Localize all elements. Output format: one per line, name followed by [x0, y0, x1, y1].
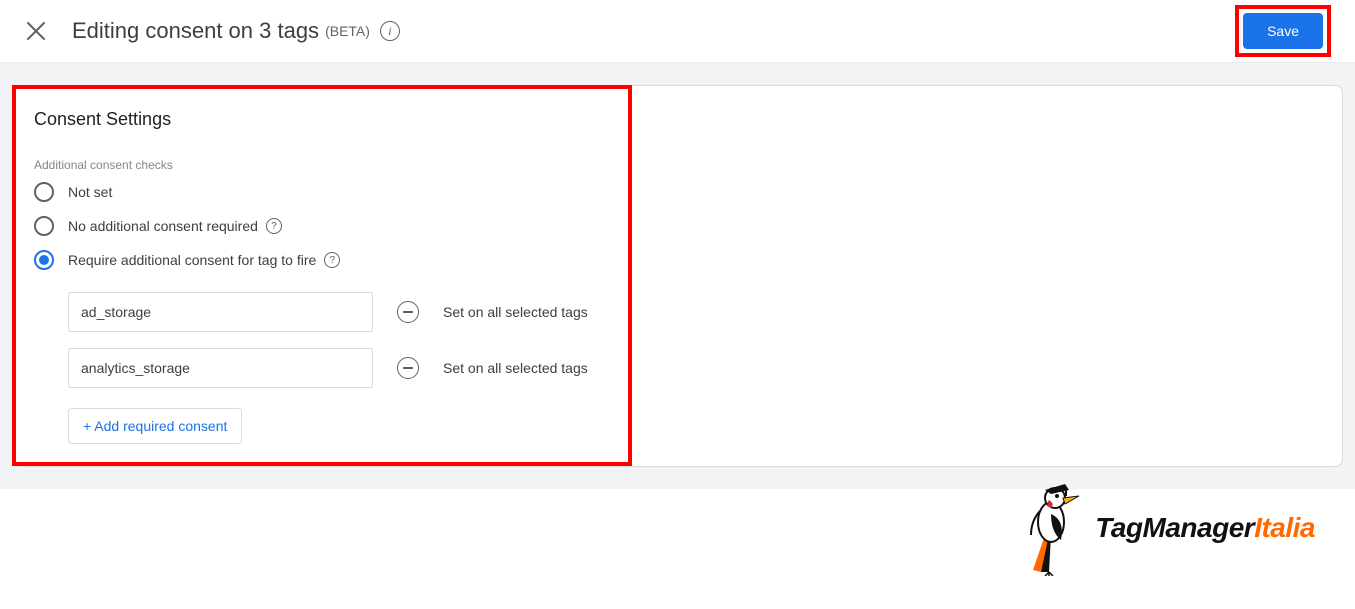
watermark-text-b: Italia — [1254, 512, 1315, 543]
consent-settings-highlight: Consent Settings Additional consent chec… — [12, 85, 632, 466]
consent-row: Set on all selected tags — [68, 348, 610, 388]
radio-icon[interactable] — [34, 216, 54, 236]
radio-icon[interactable] — [34, 182, 54, 202]
radio-no-additional[interactable]: No additional consent required ? — [34, 216, 610, 236]
radio-label: No additional consent required — [68, 218, 258, 234]
consent-note: Set on all selected tags — [443, 360, 588, 376]
radio-label: Require additional consent for tag to fi… — [68, 252, 316, 268]
consent-note: Set on all selected tags — [443, 304, 588, 320]
watermark-text: TagManagerItalia — [1095, 512, 1315, 544]
settings-card: Consent Settings Additional consent chec… — [12, 85, 1343, 467]
title-text: Editing consent on 3 tags — [72, 18, 319, 44]
consent-type-input[interactable] — [68, 292, 373, 332]
save-button[interactable]: Save — [1243, 13, 1323, 49]
header-bar: Editing consent on 3 tags (BETA) i Save — [0, 0, 1355, 63]
remove-icon[interactable] — [397, 301, 419, 323]
consent-row: Set on all selected tags — [68, 292, 610, 332]
radio-require-additional[interactable]: Require additional consent for tag to fi… — [34, 250, 610, 270]
page-title: Editing consent on 3 tags (BETA) i — [72, 18, 400, 44]
consent-type-input[interactable] — [68, 348, 373, 388]
radio-icon[interactable] — [34, 250, 54, 270]
remove-icon[interactable] — [397, 357, 419, 379]
consent-items: Set on all selected tags Set on all sele… — [68, 292, 610, 444]
close-icon[interactable] — [24, 19, 48, 43]
bird-icon — [1021, 480, 1081, 576]
info-icon[interactable]: i — [380, 21, 400, 41]
watermark-text-a: TagManager — [1095, 512, 1254, 543]
help-icon[interactable]: ? — [324, 252, 340, 268]
consent-settings-title: Consent Settings — [34, 109, 610, 130]
workspace: Consent Settings Additional consent chec… — [0, 63, 1355, 489]
additional-checks-subhead: Additional consent checks — [34, 158, 610, 172]
save-button-highlight: Save — [1235, 5, 1331, 57]
watermark-logo: TagManagerItalia — [1021, 480, 1315, 576]
beta-badge: (BETA) — [325, 23, 370, 39]
add-required-consent-button[interactable]: + Add required consent — [68, 408, 242, 444]
radio-label: Not set — [68, 184, 112, 200]
radio-not-set[interactable]: Not set — [34, 182, 610, 202]
help-icon[interactable]: ? — [266, 218, 282, 234]
